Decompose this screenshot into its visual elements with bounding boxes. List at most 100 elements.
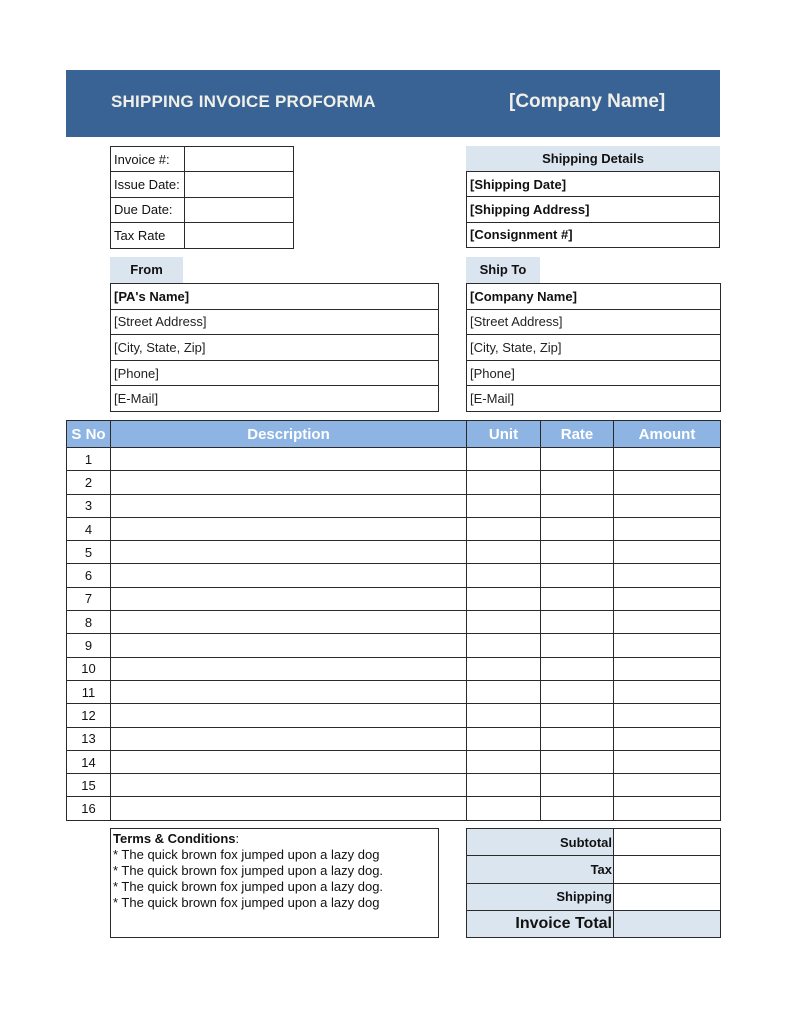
item-unit-cell[interactable] — [466, 610, 541, 635]
ship-to-email-field[interactable]: [E-Mail] — [466, 385, 721, 412]
item-amount-cell[interactable] — [613, 516, 721, 542]
item-description-cell[interactable] — [110, 703, 467, 728]
item-unit-cell[interactable] — [466, 656, 541, 681]
item-rate-cell[interactable] — [540, 586, 614, 612]
item-rate-cell[interactable] — [540, 470, 614, 495]
item-amount-cell[interactable] — [613, 703, 721, 728]
ship-to-company-field[interactable]: [Company Name] — [466, 283, 721, 310]
item-unit-cell[interactable] — [466, 749, 541, 775]
item-amount-cell[interactable] — [613, 726, 721, 751]
item-amount-cell[interactable] — [613, 749, 721, 775]
item-amount-cell[interactable] — [613, 586, 721, 612]
header-company-name[interactable]: [Company Name] — [509, 91, 665, 113]
item-unit-cell[interactable] — [466, 726, 541, 751]
item-description-cell[interactable] — [110, 749, 467, 775]
item-unit-cell[interactable] — [466, 493, 541, 518]
item-rate-cell[interactable] — [540, 563, 614, 588]
item-description-cell[interactable] — [110, 586, 467, 612]
item-amount-cell[interactable] — [613, 610, 721, 635]
ship-to-phone-field[interactable]: [Phone] — [466, 359, 721, 387]
item-amount-cell[interactable] — [613, 446, 721, 472]
table-row: 12 — [66, 703, 721, 728]
tax-rate-field[interactable] — [184, 222, 294, 249]
item-description-cell[interactable] — [110, 796, 467, 821]
shipping-value[interactable] — [613, 882, 721, 911]
item-rate-cell[interactable] — [540, 726, 614, 751]
item-rate-cell[interactable] — [540, 610, 614, 635]
item-unit-cell[interactable] — [466, 679, 541, 705]
item-rate-cell[interactable] — [540, 796, 614, 821]
item-rate-cell[interactable] — [540, 773, 614, 798]
from-email-field[interactable]: [E-Mail] — [110, 385, 439, 412]
item-sno-cell: 2 — [66, 470, 111, 495]
subtotal-value[interactable] — [613, 827, 721, 857]
item-amount-cell[interactable] — [613, 773, 721, 798]
item-unit-cell[interactable] — [466, 446, 541, 472]
shipping-details-table: [Shipping Date] [Shipping Address] [Cons… — [466, 170, 720, 249]
invoice-total-label: Invoice Total — [466, 909, 614, 939]
item-unit-cell[interactable] — [466, 633, 541, 658]
item-description-cell[interactable] — [110, 516, 467, 542]
item-amount-cell[interactable] — [613, 679, 721, 705]
item-rate-cell[interactable] — [540, 656, 614, 681]
shipping-address-field[interactable]: [Shipping Address] — [466, 196, 720, 223]
tax-rate-row: Tax Rate — [110, 222, 294, 249]
item-unit-cell[interactable] — [466, 773, 541, 798]
item-amount-cell[interactable] — [613, 633, 721, 658]
item-description-cell[interactable] — [110, 540, 467, 565]
from-street-field[interactable]: [Street Address] — [110, 308, 439, 336]
item-rate-cell[interactable] — [540, 446, 614, 472]
shipping-label: Shipping — [466, 882, 614, 911]
invoice-number-field[interactable] — [184, 145, 294, 173]
item-description-cell[interactable] — [110, 679, 467, 705]
item-unit-cell[interactable] — [466, 540, 541, 565]
item-description-cell[interactable] — [110, 773, 467, 798]
issue-date-field[interactable] — [184, 171, 294, 198]
item-amount-cell[interactable] — [613, 493, 721, 518]
terms-line: * The quick brown fox jumped upon a lazy… — [113, 895, 380, 910]
due-date-field[interactable] — [184, 196, 294, 224]
item-description-cell[interactable] — [110, 656, 467, 681]
column-header-amount: Amount — [613, 420, 721, 448]
item-unit-cell[interactable] — [466, 796, 541, 821]
item-amount-cell[interactable] — [613, 796, 721, 821]
item-unit-cell[interactable] — [466, 516, 541, 542]
totals-table: Subtotal Tax Shipping Invoice Total — [466, 827, 721, 939]
item-sno-cell: 4 — [66, 516, 111, 542]
item-rate-cell[interactable] — [540, 679, 614, 705]
shipping-date-field[interactable]: [Shipping Date] — [466, 170, 720, 198]
table-row: 14 — [66, 749, 721, 775]
item-unit-cell[interactable] — [466, 586, 541, 612]
item-sno-cell: 7 — [66, 586, 111, 612]
from-phone-field[interactable]: [Phone] — [110, 359, 439, 387]
item-rate-cell[interactable] — [540, 493, 614, 518]
item-description-cell[interactable] — [110, 493, 467, 518]
item-amount-cell[interactable] — [613, 470, 721, 495]
ship-to-street-field[interactable]: [Street Address] — [466, 308, 721, 336]
item-rate-cell[interactable] — [540, 516, 614, 542]
item-description-cell[interactable] — [110, 633, 467, 658]
item-amount-cell[interactable] — [613, 656, 721, 681]
item-description-cell[interactable] — [110, 610, 467, 635]
from-city-field[interactable]: [City, State, Zip] — [110, 334, 439, 361]
shipping-row: Shipping — [466, 882, 721, 911]
ship-to-city-field[interactable]: [City, State, Zip] — [466, 334, 721, 361]
item-unit-cell[interactable] — [466, 563, 541, 588]
item-amount-cell[interactable] — [613, 540, 721, 565]
item-unit-cell[interactable] — [466, 470, 541, 495]
consignment-number-field[interactable]: [Consignment #] — [466, 221, 720, 249]
item-rate-cell[interactable] — [540, 703, 614, 728]
table-row: 13 — [66, 726, 721, 751]
item-unit-cell[interactable] — [466, 703, 541, 728]
item-amount-cell[interactable] — [613, 563, 721, 588]
item-description-cell[interactable] — [110, 726, 467, 751]
item-description-cell[interactable] — [110, 470, 467, 495]
tax-value[interactable] — [613, 855, 721, 884]
from-name-field[interactable]: [PA's Name] — [110, 283, 439, 310]
item-rate-cell[interactable] — [540, 540, 614, 565]
item-rate-cell[interactable] — [540, 749, 614, 775]
item-description-cell[interactable] — [110, 563, 467, 588]
invoice-total-value[interactable] — [613, 909, 721, 939]
item-rate-cell[interactable] — [540, 633, 614, 658]
item-description-cell[interactable] — [110, 446, 467, 472]
